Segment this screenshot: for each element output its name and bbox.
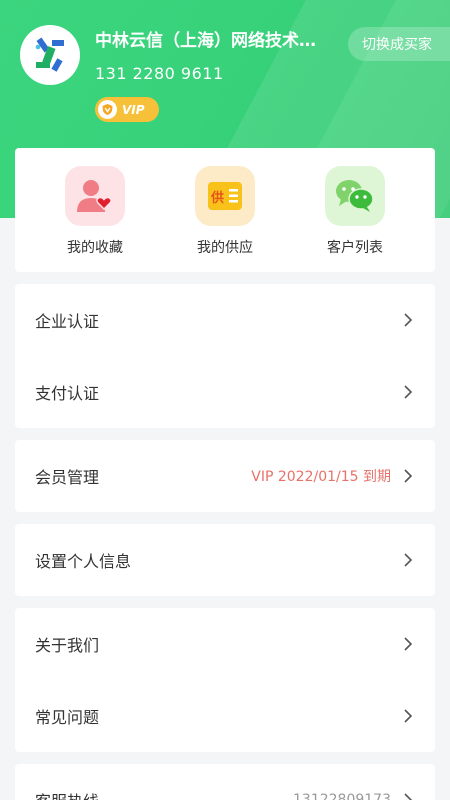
chevron-right-icon xyxy=(404,313,413,327)
chevron-right-icon xyxy=(404,385,413,399)
vip-label: VIP xyxy=(122,102,145,117)
chevron-right-icon xyxy=(404,469,413,483)
menu-item-label: 支付认证 xyxy=(35,384,100,403)
quick-actions-card: 我的收藏 供 我的供应 客户列表 xyxy=(15,148,435,272)
menu-item-label: 设置个人信息 xyxy=(35,552,132,571)
menu-item-label: 企业认证 xyxy=(35,312,100,331)
quick-action-my-supply[interactable]: 供 我的供应 xyxy=(180,148,270,272)
menu-item-label: 常见问题 xyxy=(35,708,100,727)
avatar[interactable] xyxy=(20,25,80,85)
quick-action-customer-list[interactable]: 客户列表 xyxy=(310,148,400,272)
company-name: 中林云信（上海）网络技术有限公司 xyxy=(95,31,325,51)
info-card: 关于我们 常见问题 xyxy=(15,608,435,752)
menu-item-label: 会员管理 xyxy=(35,468,100,487)
menu-item-label: 客服热线 xyxy=(35,788,99,800)
menu-item-payment-cert[interactable]: 支付认证 xyxy=(15,356,435,428)
quick-action-favorites[interactable]: 我的收藏 xyxy=(50,148,140,272)
vip-shield-icon xyxy=(98,100,117,119)
membership-expiry: VIP 2022/01/15 到期 xyxy=(251,469,391,485)
favorite-person-icon xyxy=(65,166,125,226)
phone-number: 131 2280 9611 xyxy=(95,64,224,83)
supply-card-icon: 供 xyxy=(195,166,255,226)
company-logo-icon xyxy=(35,37,64,72)
chat-bubbles-icon xyxy=(325,166,385,226)
vip-badge: VIP xyxy=(95,97,159,122)
menu-item-hotline[interactable]: 客服热线 13122809173 xyxy=(15,764,435,800)
membership-card: 会员管理 VIP 2022/01/15 到期 xyxy=(15,440,435,512)
menu-item-label: 关于我们 xyxy=(35,636,100,655)
hotline-number: 13122809173 xyxy=(293,792,391,800)
chevron-right-icon xyxy=(404,553,413,567)
quick-action-label: 客户列表 xyxy=(327,240,383,256)
menu-item-faq[interactable]: 常见问题 xyxy=(15,680,435,752)
quick-action-label: 我的收藏 xyxy=(67,240,123,256)
menu-item-personal-info[interactable]: 设置个人信息 xyxy=(15,524,435,596)
chevron-right-icon xyxy=(404,637,413,651)
svg-text:供: 供 xyxy=(210,190,224,206)
switch-to-buyer-button[interactable]: 切换成买家 xyxy=(348,27,450,61)
menu-item-about-us[interactable]: 关于我们 xyxy=(15,608,435,680)
hotline-card: 客服热线 13122809173 xyxy=(15,764,435,800)
chevron-right-icon xyxy=(404,709,413,723)
quick-action-label: 我的供应 xyxy=(197,240,253,256)
personal-info-card: 设置个人信息 xyxy=(15,524,435,596)
menu-item-enterprise-cert[interactable]: 企业认证 xyxy=(15,284,435,356)
menu-item-membership[interactable]: 会员管理 VIP 2022/01/15 到期 xyxy=(15,440,435,512)
certification-card: 企业认证 支付认证 xyxy=(15,284,435,428)
chevron-right-icon xyxy=(404,793,413,800)
